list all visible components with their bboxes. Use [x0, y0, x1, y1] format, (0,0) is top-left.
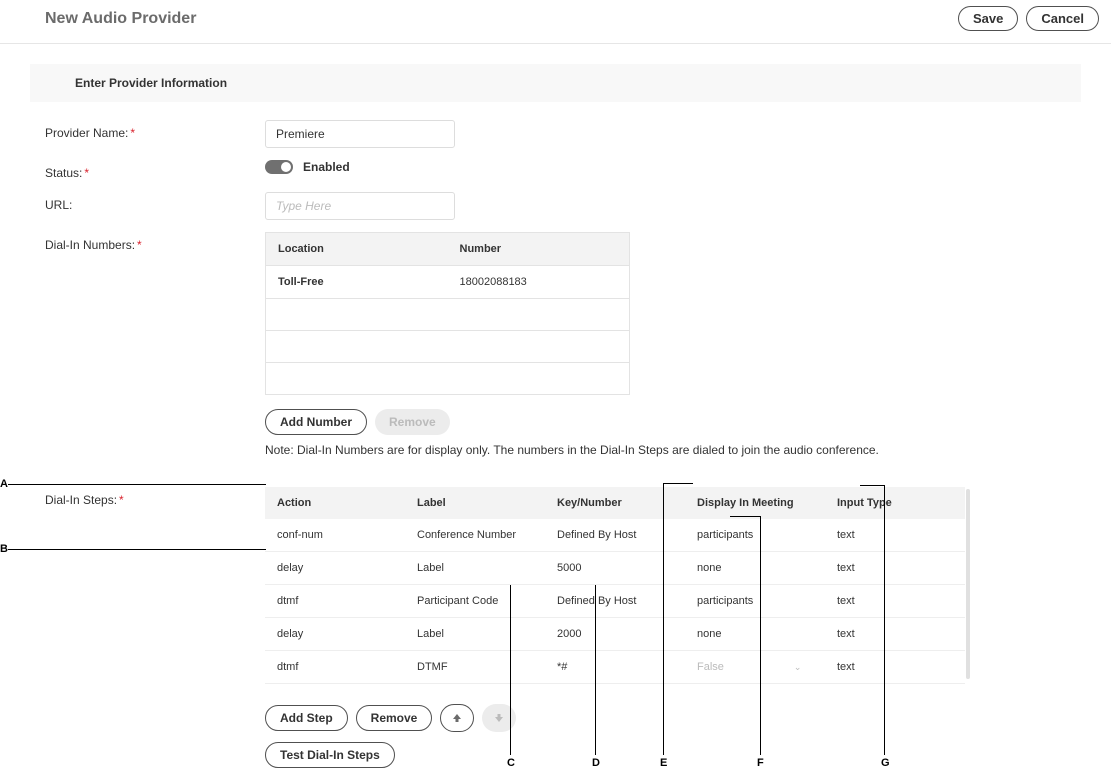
- table-row[interactable]: [266, 331, 630, 363]
- remove-step-button[interactable]: Remove: [356, 705, 433, 731]
- annotation-label-b: B: [0, 543, 8, 555]
- status-label: Status:*: [45, 160, 265, 180]
- dial-in-numbers-label: Dial-In Numbers:*: [45, 232, 265, 252]
- col-action: Action: [265, 487, 405, 519]
- header-bar: New Audio Provider Save Cancel: [0, 0, 1111, 44]
- move-up-button[interactable]: [440, 704, 474, 732]
- annotation-line: [663, 483, 693, 484]
- header-actions: Save Cancel: [958, 6, 1099, 31]
- annotation-label-d: D: [592, 757, 600, 769]
- annotation-line: [760, 516, 761, 755]
- annotation-line: [860, 485, 884, 486]
- dial-in-steps-table: Action Label Key/Number Display In Meeti…: [265, 487, 965, 684]
- col-location: Location: [266, 233, 448, 266]
- table-row[interactable]: dtmf Participant Code Defined By Host pa…: [265, 585, 965, 618]
- annotation-line: [8, 549, 266, 550]
- display-dropdown[interactable]: False⌄: [685, 651, 825, 684]
- provider-name-input[interactable]: [265, 120, 455, 148]
- annotation-label-a: A: [0, 478, 8, 490]
- annotation-line: [595, 585, 596, 755]
- status-value: Enabled: [303, 160, 350, 174]
- annotation-label-f: F: [757, 757, 764, 769]
- table-row[interactable]: [266, 299, 630, 331]
- required-star: *: [130, 126, 135, 140]
- annotation-line: [510, 585, 511, 755]
- annotation-line: [663, 483, 664, 755]
- dial-in-numbers-table: Location Number Toll-Free 18002088183: [265, 232, 630, 395]
- test-dial-in-steps-button[interactable]: Test Dial-In Steps: [265, 742, 395, 768]
- add-step-button[interactable]: Add Step: [265, 705, 348, 731]
- col-display: Display In Meeting: [685, 487, 825, 519]
- table-row[interactable]: [266, 363, 630, 395]
- page-title: New Audio Provider: [45, 10, 196, 28]
- col-number: Number: [448, 233, 630, 266]
- add-number-button[interactable]: Add Number: [265, 409, 367, 435]
- move-down-button: [482, 704, 516, 732]
- annotation-line: [884, 485, 885, 755]
- col-label: Label: [405, 487, 545, 519]
- arrow-down-icon: [493, 712, 505, 724]
- annotation-label-e: E: [660, 757, 667, 769]
- scrollbar[interactable]: [966, 489, 970, 679]
- required-star: *: [137, 238, 142, 252]
- col-input-type: Input Type: [825, 487, 965, 519]
- col-key-number: Key/Number: [545, 487, 685, 519]
- status-toggle[interactable]: [265, 160, 293, 174]
- save-button[interactable]: Save: [958, 6, 1018, 31]
- url-input[interactable]: [265, 192, 455, 220]
- table-row[interactable]: delay Label 2000 none text: [265, 618, 965, 651]
- table-row[interactable]: Toll-Free 18002088183: [266, 266, 630, 299]
- table-row[interactable]: delay Label 5000 none text: [265, 552, 965, 585]
- chevron-down-icon: ⌄: [794, 662, 802, 672]
- provider-name-label: Provider Name:*: [45, 120, 265, 140]
- url-label: URL:: [45, 192, 265, 212]
- annotation-label-g: G: [881, 757, 890, 769]
- note-text: Note: Dial-In Numbers are for display on…: [265, 443, 879, 457]
- annotation-line: [730, 516, 760, 517]
- required-star: *: [119, 493, 124, 507]
- form-area: Provider Name:* Status:* Enabled URL: Di…: [0, 102, 1111, 768]
- cancel-button[interactable]: Cancel: [1026, 6, 1099, 31]
- table-row[interactable]: dtmf DTMF *# False⌄ text: [265, 651, 965, 684]
- annotation-line: [8, 484, 266, 485]
- annotation-label-c: C: [507, 757, 515, 769]
- remove-number-button: Remove: [375, 409, 450, 435]
- dial-in-steps-label: Dial-In Steps:*: [45, 487, 265, 507]
- table-row[interactable]: conf-num Conference Number Defined By Ho…: [265, 519, 965, 552]
- arrow-up-icon: [451, 712, 463, 724]
- section-title: Enter Provider Information: [30, 64, 1081, 102]
- required-star: *: [84, 166, 89, 180]
